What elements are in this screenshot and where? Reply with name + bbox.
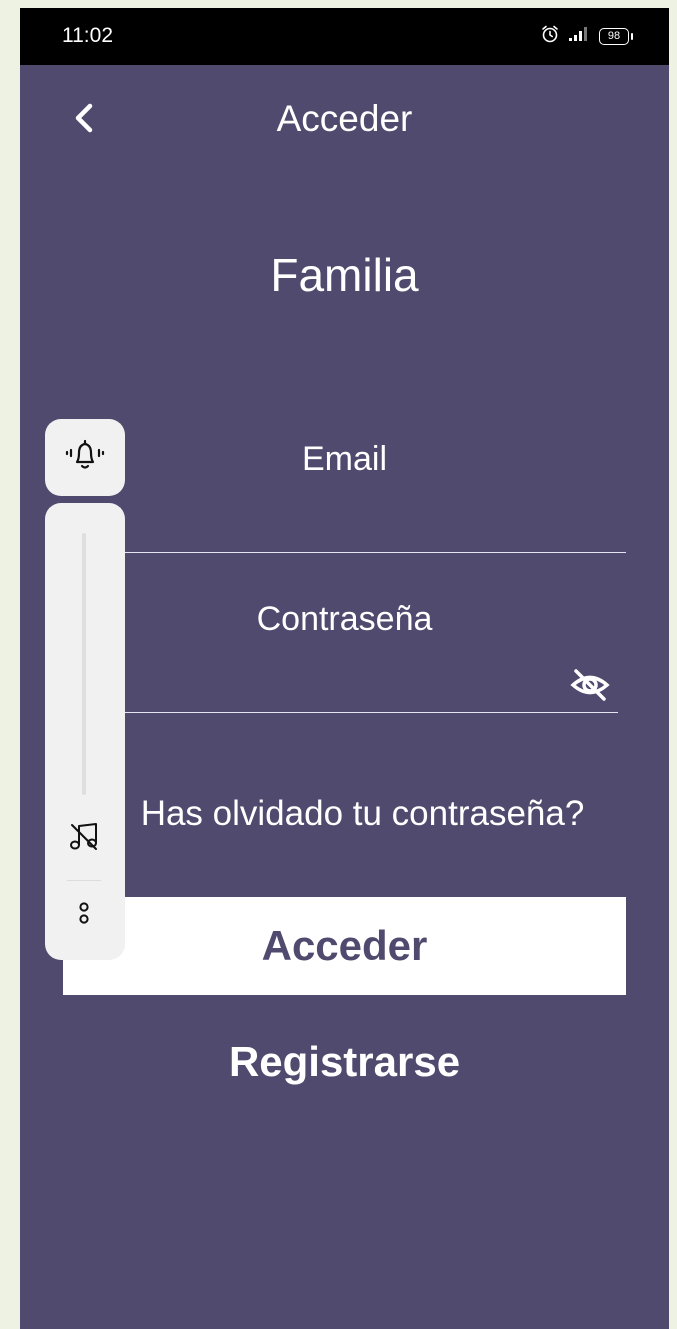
login-button[interactable]: Acceder [63, 897, 626, 995]
volume-more-button[interactable] [67, 895, 101, 935]
ringer-mode-button[interactable] [45, 419, 125, 496]
password-field[interactable] [82, 668, 618, 713]
volume-slider[interactable] [82, 533, 86, 795]
more-dots-icon [77, 900, 91, 931]
page: 11:02 98 Acceder Familia Email Contraseñ… [0, 0, 677, 1329]
music-note-off-icon [68, 821, 100, 856]
volume-divider [67, 880, 101, 881]
register-link[interactable]: Registrarse [20, 1038, 669, 1086]
bell-vibrate-icon [62, 438, 108, 477]
brand-title: Familia [270, 249, 419, 301]
eye-off-icon [570, 668, 610, 707]
page-title: Acceder [276, 98, 413, 139]
battery-icon: 98 [599, 28, 633, 45]
phone-screen: 11:02 98 Acceder Familia Email Contraseñ… [20, 8, 669, 1329]
status-time: 11:02 [62, 24, 113, 47]
signal-icon [568, 26, 590, 47]
status-icons: 98 [541, 25, 633, 48]
password-visibility-toggle[interactable] [568, 668, 612, 706]
volume-panel [45, 503, 125, 960]
email-field[interactable] [82, 508, 626, 553]
mute-button[interactable] [67, 821, 101, 855]
status-bar: 11:02 98 [20, 8, 669, 65]
alarm-clock-icon [541, 25, 559, 48]
